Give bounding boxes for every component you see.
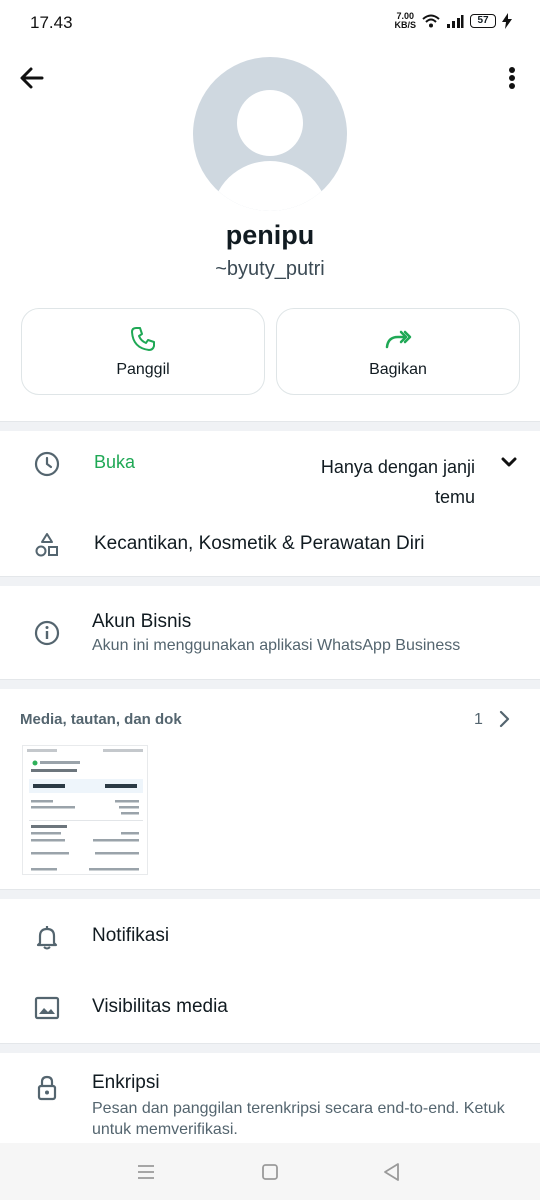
- business-account-subtitle: Akun ini menggunakan aplikasi WhatsApp B…: [92, 637, 461, 654]
- charging-bolt-icon: [502, 13, 512, 29]
- more-options-icon[interactable]: [500, 62, 524, 94]
- home-square-icon[interactable]: [258, 1160, 282, 1184]
- share-label: Bagikan: [369, 361, 427, 378]
- chevron-down-icon[interactable]: [497, 450, 521, 474]
- default-avatar-icon: [212, 90, 328, 211]
- encryption-title[interactable]: Enkripsi: [92, 1072, 160, 1094]
- bell-icon: [36, 926, 58, 950]
- media-section-title[interactable]: Media, tautan, dan dok: [20, 711, 182, 728]
- media-visibility-item[interactable]: Visibilitas media: [92, 996, 228, 1018]
- contact-pushname: ~byuty_putri: [215, 258, 325, 280]
- chevron-right-icon[interactable]: [494, 708, 514, 730]
- avatar[interactable]: [193, 57, 347, 211]
- battery-indicator: 57: [470, 14, 496, 28]
- phone-icon: [131, 327, 155, 351]
- status-bar: 17.43 7.00 KB/S 57: [0, 0, 540, 44]
- business-account-title[interactable]: Akun Bisnis: [92, 611, 191, 633]
- clock-icon: [34, 451, 60, 477]
- media-image-icon: [34, 996, 60, 1020]
- section-divider: [0, 679, 540, 689]
- section-divider: [0, 421, 540, 431]
- status-indicators: 7.00 KB/S 57: [394, 12, 512, 30]
- media-count[interactable]: 1: [474, 711, 483, 729]
- media-thumbnail[interactable]: [22, 745, 148, 875]
- signal-icon: [447, 15, 464, 28]
- back-arrow-icon[interactable]: [16, 62, 48, 94]
- share-button[interactable]: Bagikan: [276, 308, 520, 395]
- info-icon: [34, 620, 60, 646]
- lock-icon: [37, 1075, 57, 1101]
- forward-share-icon: [385, 330, 412, 349]
- back-triangle-icon[interactable]: [380, 1160, 404, 1184]
- call-label: Panggil: [116, 361, 170, 378]
- status-time: 17.43: [30, 13, 73, 32]
- contact-name: penipu: [225, 220, 315, 250]
- system-nav-bar: [0, 1143, 540, 1200]
- receipt-screenshot-image: [23, 746, 147, 874]
- business-hours-status[interactable]: Buka: [94, 452, 135, 473]
- wifi-icon: [422, 14, 440, 28]
- network-speed: 7.00 KB/S: [394, 11, 416, 30]
- encryption-subtitle[interactable]: Pesan dan panggilan terenkripsi secara e…: [92, 1098, 512, 1140]
- menu-lines-icon[interactable]: [134, 1160, 158, 1184]
- section-divider: [0, 889, 540, 899]
- section-divider: [0, 1043, 540, 1053]
- category-shapes-icon: [35, 533, 58, 557]
- call-button[interactable]: Panggil: [21, 308, 265, 395]
- section-divider: [0, 576, 540, 586]
- business-hours-value[interactable]: Hanya dengan janji temu: [300, 452, 475, 512]
- business-category: Kecantikan, Kosmetik & Perawatan Diri: [94, 533, 425, 554]
- notifications-item[interactable]: Notifikasi: [92, 925, 169, 947]
